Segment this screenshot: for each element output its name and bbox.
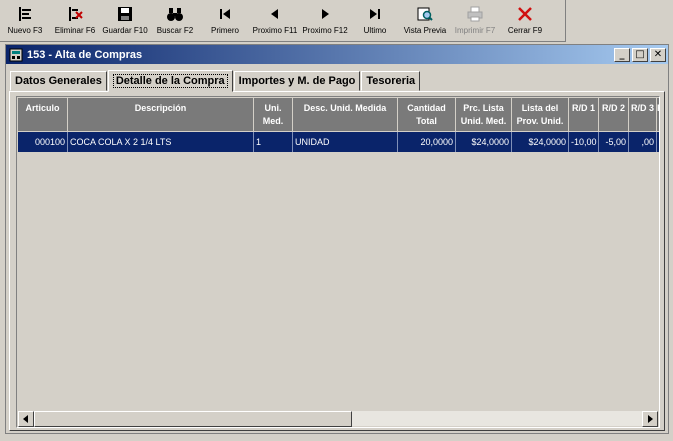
alta-compras-window: 153 - Alta de Compras _ □ ✕ Datos Genera… bbox=[5, 44, 669, 434]
vista-previa-button[interactable]: Vista Previa bbox=[400, 0, 450, 40]
guardar-button[interactable]: Guardar F10 bbox=[100, 0, 150, 40]
close-window-button[interactable]: ✕ bbox=[650, 47, 666, 62]
proximo-button[interactable]: Proximo F12 bbox=[300, 0, 350, 40]
scroll-right-button[interactable] bbox=[642, 411, 658, 427]
col-header-prc-lista[interactable]: Prc. Lista Unid. Med. bbox=[456, 98, 512, 131]
tab-label: Importes y M. de Pago bbox=[238, 75, 356, 87]
tab-label: Detalle de la Compra bbox=[112, 74, 228, 88]
cell-articulo[interactable]: 000100 bbox=[18, 132, 68, 152]
scroll-track[interactable] bbox=[34, 411, 642, 427]
cerrar-button[interactable]: Cerrar F9 bbox=[500, 0, 550, 40]
grid-header: Articulo Descripción Uni. Med. Desc. Uni… bbox=[18, 98, 659, 131]
col-header-rd2[interactable]: R/D 2 bbox=[599, 98, 629, 131]
print-preview-icon bbox=[416, 5, 434, 23]
primero-button[interactable]: Primero bbox=[200, 0, 250, 40]
horizontal-scrollbar[interactable] bbox=[18, 410, 658, 427]
previo-button[interactable]: Proximo F11 bbox=[250, 0, 300, 40]
binoculars-icon bbox=[166, 5, 184, 23]
eliminar-label: Eliminar F6 bbox=[54, 26, 96, 35]
first-record-icon bbox=[216, 5, 234, 23]
cerrar-label: Cerrar F9 bbox=[507, 26, 543, 35]
col-header-uni-med[interactable]: Uni. Med. bbox=[254, 98, 293, 131]
cell-descripcion[interactable]: COCA COLA X 2 1/4 LTS bbox=[68, 132, 254, 152]
tab-datos-generales[interactable]: Datos Generales bbox=[10, 71, 107, 91]
maximize-button[interactable]: □ bbox=[632, 47, 648, 62]
cell-cantidad[interactable]: 20,0000 bbox=[398, 132, 456, 152]
printer-icon bbox=[466, 5, 484, 23]
col-header-desc-unid[interactable]: Desc. Unid. Medida bbox=[293, 98, 398, 131]
cell-rd1[interactable]: -10,00 bbox=[569, 132, 599, 152]
cell-r[interactable] bbox=[657, 132, 659, 152]
tab-label: Tesoreria bbox=[366, 75, 416, 87]
window-controls: _ □ ✕ bbox=[614, 47, 666, 62]
floppy-disk-icon bbox=[116, 5, 134, 23]
nuevo-button[interactable]: Nuevo F3 bbox=[0, 0, 50, 40]
proximo-label: Proximo F12 bbox=[302, 26, 348, 35]
previo-label: Proximo F11 bbox=[252, 26, 298, 35]
buscar-label: Buscar F2 bbox=[156, 26, 194, 35]
vista-previa-label: Vista Previa bbox=[403, 26, 447, 35]
imprimir-label: Imprimir F7 bbox=[454, 26, 496, 35]
close-x-icon bbox=[516, 5, 534, 23]
prev-record-icon bbox=[266, 5, 284, 23]
last-record-icon bbox=[366, 5, 384, 23]
guardar-label: Guardar F10 bbox=[102, 26, 148, 35]
arrow-left-icon bbox=[23, 415, 28, 423]
minimize-button[interactable]: _ bbox=[614, 47, 630, 62]
tab-detalle-compra[interactable]: Detalle de la Compra bbox=[107, 70, 233, 92]
next-record-icon bbox=[316, 5, 334, 23]
cell-prc-lista[interactable]: $24,0000 bbox=[456, 132, 512, 152]
col-header-rd3[interactable]: R/D 3 bbox=[629, 98, 657, 131]
tab-tesoreria[interactable]: Tesoreria bbox=[361, 71, 421, 91]
col-header-cantidad[interactable]: Cantidad Total bbox=[398, 98, 456, 131]
cell-desc-unid[interactable]: UNIDAD bbox=[293, 132, 398, 152]
buscar-button[interactable]: Buscar F2 bbox=[150, 0, 200, 40]
detalle-tab-pane: Articulo Descripción Uni. Med. Desc. Uni… bbox=[9, 91, 665, 431]
col-header-r[interactable]: R bbox=[657, 98, 659, 131]
tab-importes-pago[interactable]: Importes y M. de Pago bbox=[233, 71, 361, 91]
arrow-right-icon bbox=[648, 415, 653, 423]
primero-label: Primero bbox=[210, 26, 239, 35]
delete-doc-icon bbox=[66, 5, 84, 23]
col-header-rd1[interactable]: R/D 1 bbox=[569, 98, 599, 131]
col-header-articulo[interactable]: Articulo bbox=[18, 98, 68, 131]
main-toolbar: Nuevo F3 Eliminar F6 Guardar F10 Buscar … bbox=[0, 0, 566, 42]
window-title: 153 - Alta de Compras bbox=[27, 48, 143, 61]
nuevo-label: Nuevo F3 bbox=[7, 26, 43, 35]
eliminar-button[interactable]: Eliminar F6 bbox=[50, 0, 100, 40]
table-row[interactable]: 000100 COCA COLA X 2 1/4 LTS 1 UNIDAD 20… bbox=[18, 132, 659, 152]
app-icon bbox=[9, 48, 23, 62]
col-header-lista-prov[interactable]: Lista del Prov. Unid. bbox=[512, 98, 569, 131]
scroll-left-button[interactable] bbox=[18, 411, 34, 427]
window-titlebar[interactable]: 153 - Alta de Compras _ □ ✕ bbox=[6, 45, 668, 64]
scroll-thumb[interactable] bbox=[34, 411, 352, 427]
ultimo-button[interactable]: Ultimo bbox=[350, 0, 400, 40]
cell-rd2[interactable]: -5,00 bbox=[599, 132, 629, 152]
cell-rd3[interactable]: ,00 bbox=[629, 132, 657, 152]
col-header-descripcion[interactable]: Descripción bbox=[68, 98, 254, 131]
cell-lista-prov[interactable]: $24,0000 bbox=[512, 132, 569, 152]
detail-grid[interactable]: Articulo Descripción Uni. Med. Desc. Uni… bbox=[16, 96, 660, 428]
imprimir-button[interactable]: Imprimir F7 bbox=[450, 0, 500, 40]
tab-strip: Datos Generales Detalle de la Compra Imp… bbox=[10, 69, 421, 92]
ultimo-label: Ultimo bbox=[363, 26, 387, 35]
new-doc-icon bbox=[16, 5, 34, 23]
cell-uni-med[interactable]: 1 bbox=[254, 132, 293, 152]
tab-label: Datos Generales bbox=[15, 75, 102, 87]
